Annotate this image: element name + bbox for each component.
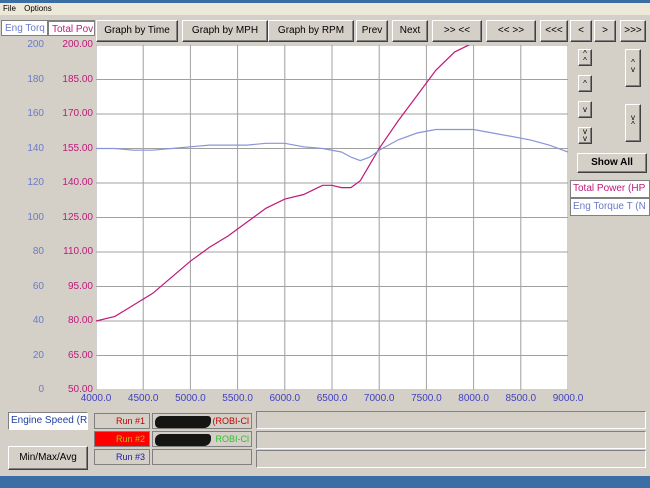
y-left-tick-label: 160 bbox=[27, 108, 44, 119]
y-left-tick-label: 20 bbox=[32, 349, 44, 361]
y-right-tick-label: 65.00 bbox=[67, 349, 93, 361]
y-right-tick-label: 155.00 bbox=[62, 142, 93, 154]
run-3-info-field bbox=[256, 450, 646, 468]
zoom-out-button[interactable]: << >> bbox=[486, 20, 536, 42]
menu-options[interactable]: Options bbox=[21, 3, 55, 15]
y-left-tick-label: 60 bbox=[32, 280, 44, 292]
x-tick-label: 8500.0 bbox=[505, 393, 537, 404]
y-right-tick-label: 125.00 bbox=[62, 211, 93, 223]
run-2-file-text: ROBI-Cl bbox=[215, 434, 250, 444]
y-right-tick-label: 110.00 bbox=[63, 246, 93, 257]
redaction-scribble bbox=[155, 416, 211, 428]
y-left-tick-label: 120 bbox=[27, 177, 44, 188]
run-1-file[interactable]: (ROBI-Cl bbox=[152, 413, 252, 429]
graph-by-mph-button[interactable]: Graph by MPH bbox=[182, 20, 268, 42]
graph-by-rpm-button[interactable]: Graph by RPM bbox=[268, 20, 354, 42]
line-chart[interactable] bbox=[96, 45, 568, 390]
scroll-left-button[interactable]: < bbox=[570, 20, 592, 42]
x-tick-label: 4000.0 bbox=[80, 393, 112, 404]
y-left-tick-label: 40 bbox=[32, 315, 44, 326]
scroll-up-button[interactable]: ^ bbox=[578, 75, 592, 92]
legend-engine-torque[interactable]: Eng Torque T (N bbox=[570, 198, 650, 216]
taskbar bbox=[0, 476, 650, 488]
y-right-tick-label: 200.00 bbox=[62, 39, 93, 50]
run-2-label[interactable]: Run #2 bbox=[94, 431, 150, 447]
x-tick-label: 8000.0 bbox=[458, 393, 489, 404]
scroll-down-button[interactable]: v bbox=[578, 101, 592, 118]
x-channel-field[interactable]: Engine Speed (Ri bbox=[8, 412, 88, 430]
show-all-button[interactable]: Show All bbox=[577, 153, 647, 173]
x-tick-label: 5000.0 bbox=[175, 393, 206, 404]
scroll-far-left-button[interactable]: <<< bbox=[540, 20, 568, 42]
tab-left-axis[interactable]: Eng Torq bbox=[1, 20, 48, 36]
graph-by-time-button[interactable]: Graph by Time bbox=[96, 20, 178, 42]
y-right-tick-label: 170.00 bbox=[62, 108, 93, 119]
redaction-scribble bbox=[155, 434, 211, 446]
compress-range-button[interactable]: v ^ bbox=[625, 104, 641, 142]
x-tick-label: 4500.0 bbox=[127, 393, 159, 404]
run-2-label-text: Run #2 bbox=[115, 434, 145, 444]
y-right-tick-label: 80.00 bbox=[67, 315, 93, 326]
run-2-info-field bbox=[256, 431, 646, 449]
run-1-info-field bbox=[256, 411, 646, 429]
y-left-tick-label: 140 bbox=[27, 142, 44, 154]
scroll-up-fast-button[interactable]: ^ ^ bbox=[578, 49, 592, 66]
run-1-label-text: Run #1 bbox=[115, 416, 145, 426]
x-tick-label: 6000.0 bbox=[269, 393, 301, 404]
menu-bar: File Options bbox=[0, 3, 650, 15]
scroll-down-fast-button[interactable]: vv bbox=[578, 127, 592, 144]
expand-range-button[interactable]: ^ v bbox=[625, 49, 641, 87]
run-3-label[interactable]: Run #3 bbox=[94, 449, 150, 465]
scroll-right-button[interactable]: > bbox=[594, 20, 616, 42]
run-1-file-text: (ROBI-Cl bbox=[212, 416, 250, 426]
y-left-tick-label: 80 bbox=[32, 246, 44, 257]
prev-button[interactable]: Prev bbox=[356, 20, 388, 42]
y-right-tick-label: 185.00 bbox=[62, 73, 93, 85]
y-right-tick-label: 95.00 bbox=[67, 280, 93, 292]
run-2-file[interactable]: ROBI-Cl bbox=[152, 431, 252, 447]
run-3-file[interactable] bbox=[152, 449, 252, 465]
menu-file[interactable]: File bbox=[0, 3, 19, 15]
x-tick-label: 7500.0 bbox=[411, 393, 442, 404]
x-tick-label: 6500.0 bbox=[316, 393, 348, 404]
legend-total-power[interactable]: Total Power (HP bbox=[570, 180, 650, 198]
x-tick-label: 7000.0 bbox=[363, 393, 395, 404]
scroll-far-right-button[interactable]: >>> bbox=[620, 20, 646, 42]
tab-right-axis[interactable]: Total Pov bbox=[48, 20, 95, 36]
y-right-tick-label: 140.00 bbox=[62, 177, 93, 188]
run-3-label-text: Run #3 bbox=[115, 452, 145, 462]
run-1-label[interactable]: Run #1 bbox=[94, 413, 150, 429]
y-left-tick-label: 0 bbox=[38, 384, 44, 395]
next-button[interactable]: Next bbox=[392, 20, 428, 42]
y-left-tick-label: 180 bbox=[27, 73, 44, 85]
y-left-tick-label: 100 bbox=[27, 211, 44, 223]
zoom-in-button[interactable]: >> << bbox=[432, 20, 482, 42]
min-max-avg-button[interactable]: Min/Max/Avg bbox=[8, 446, 88, 470]
x-tick-label: 9000.0 bbox=[552, 393, 584, 404]
y-left-tick-label: 200 bbox=[27, 39, 44, 50]
x-tick-label: 5500.0 bbox=[222, 393, 253, 404]
